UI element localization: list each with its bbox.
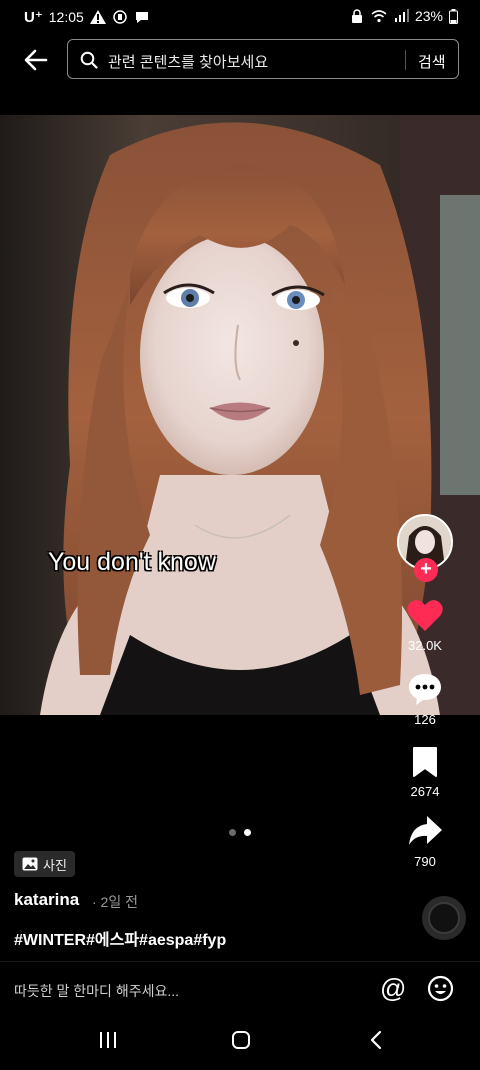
battery-percent: 23% bbox=[414, 8, 443, 24]
share-count: 790 bbox=[414, 854, 436, 869]
search-button[interactable]: 검색 bbox=[418, 51, 446, 72]
signal-icon bbox=[394, 9, 409, 22]
bookmark-button[interactable]: 2674 bbox=[380, 746, 470, 799]
author-name[interactable]: katarina bbox=[14, 890, 79, 910]
search-divider bbox=[405, 50, 406, 70]
status-bar: U⁺ 12:05 23% bbox=[0, 0, 480, 34]
status-time: 12:05 bbox=[48, 9, 84, 25]
comment-button[interactable]: 126 bbox=[380, 672, 470, 727]
system-nav-bar bbox=[0, 1020, 480, 1070]
music-disc-icon bbox=[428, 902, 460, 934]
warning-icon bbox=[89, 10, 106, 24]
emoji-icon[interactable] bbox=[427, 975, 454, 1002]
like-count: 32.0K bbox=[408, 638, 442, 653]
comment-input[interactable]: 따듯한 말 한마디 해주세요... bbox=[14, 981, 179, 1001]
share-icon bbox=[409, 816, 442, 845]
carrier-label: U⁺ bbox=[24, 9, 43, 26]
slide-dot[interactable] bbox=[229, 829, 236, 836]
photo-badge-label: 사진 bbox=[43, 857, 67, 873]
comment-icon bbox=[409, 674, 441, 705]
wifi-icon bbox=[371, 10, 387, 23]
mention-button[interactable]: @ bbox=[380, 973, 406, 1004]
comment-count: 126 bbox=[414, 712, 436, 727]
comment-bar: 따듯한 말 한마디 해주세요... @ bbox=[0, 961, 480, 1016]
music-disc-button[interactable] bbox=[422, 896, 466, 940]
search-header: 관련 콘텐츠를 찾아보세요 검색 bbox=[0, 38, 480, 84]
lock-icon bbox=[351, 9, 362, 23]
post-time: · 2일 전 bbox=[92, 894, 138, 910]
save-count: 2674 bbox=[410, 784, 440, 799]
share-button[interactable]: 790 bbox=[380, 814, 470, 869]
chat-bubble-icon bbox=[135, 12, 148, 23]
image-icon bbox=[22, 857, 38, 871]
notification-icon bbox=[113, 10, 127, 24]
back-arrow-icon[interactable] bbox=[22, 46, 50, 74]
slide-indicator bbox=[229, 829, 251, 836]
like-button[interactable]: 32.0K bbox=[380, 598, 470, 653]
bookmark-icon bbox=[413, 747, 437, 777]
author-avatar-button[interactable]: + bbox=[397, 514, 453, 582]
search-input[interactable]: 관련 콘텐츠를 찾아보세요 bbox=[108, 51, 268, 72]
search-box[interactable]: 관련 콘텐츠를 찾아보세요 검색 bbox=[67, 39, 459, 79]
post-hashtags[interactable]: #WINTER#에스파#aespa#fyp bbox=[14, 926, 226, 950]
search-icon bbox=[80, 51, 98, 69]
recent-apps-icon[interactable] bbox=[98, 1030, 118, 1050]
home-icon[interactable] bbox=[231, 1030, 251, 1050]
slide-dot-active[interactable] bbox=[244, 829, 251, 836]
photo-mode-badge: 사진 bbox=[14, 851, 75, 877]
heart-icon bbox=[407, 600, 443, 631]
follow-plus-button[interactable]: + bbox=[414, 558, 438, 582]
back-nav-icon[interactable] bbox=[368, 1030, 384, 1050]
battery-icon bbox=[449, 8, 458, 24]
photo-text-overlay: You don't know bbox=[48, 548, 216, 576]
